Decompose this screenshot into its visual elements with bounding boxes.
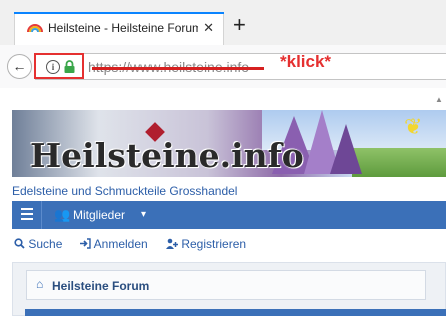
search-link-label: Suche [28, 237, 63, 251]
back-arrow-icon[interactable]: ← [7, 54, 32, 79]
register-link[interactable]: Registrieren [166, 237, 246, 251]
nav-divider [41, 201, 42, 229]
content-header-bar [25, 309, 446, 316]
new-tab-icon[interactable]: + [233, 14, 246, 36]
banner-meadow [352, 148, 446, 177]
main-navbar: 👥 Mitglieder ▾ [12, 201, 446, 229]
home-icon: ⌂ [36, 277, 44, 291]
rainbow-favicon-icon [27, 24, 43, 32]
search-icon [14, 238, 25, 249]
site-tagline[interactable]: Edelsteine und Schmuckteile Grosshandel [12, 184, 237, 198]
site-logo: Heilsteine.info [30, 136, 304, 175]
breadcrumb-container: ⌂ Heilsteine Forum [12, 262, 446, 316]
nav-members[interactable]: Mitglieder [73, 208, 125, 222]
active-tab-indicator [14, 12, 224, 14]
site-banner[interactable]: ❦ Heilsteine.info [12, 110, 446, 177]
breadcrumb[interactable]: ⌂ Heilsteine Forum [26, 270, 426, 300]
user-plus-icon [166, 238, 178, 249]
highlight-strike-line [92, 67, 264, 70]
tab-bar: Heilsteine - Heilsteine Forum ✕ + [0, 0, 446, 45]
sign-in-icon [80, 238, 91, 249]
browser-tab[interactable]: Heilsteine - Heilsteine Forum ✕ [14, 12, 224, 45]
scroll-up-arrow-icon[interactable]: ▲ [435, 95, 443, 104]
users-icon: 👥 [54, 207, 71, 222]
amethyst-crystal [330, 124, 362, 174]
login-link-label: Anmelden [93, 237, 148, 251]
highlight-box [34, 53, 84, 79]
register-link-label: Registrieren [181, 237, 247, 251]
chevron-down-icon[interactable]: ▾ [141, 209, 146, 220]
tab-title: Heilsteine - Heilsteine Forum [48, 21, 198, 35]
hamburger-menu-icon[interactable] [21, 208, 33, 210]
klick-annotation: *klick* [280, 52, 332, 71]
breadcrumb-home[interactable]: Heilsteine Forum [52, 279, 149, 293]
search-link[interactable]: Suche [14, 237, 62, 251]
close-tab-icon[interactable]: ✕ [203, 20, 214, 36]
butterfly-icon: ❦ [404, 114, 423, 139]
login-link[interactable]: Anmelden [80, 237, 148, 251]
